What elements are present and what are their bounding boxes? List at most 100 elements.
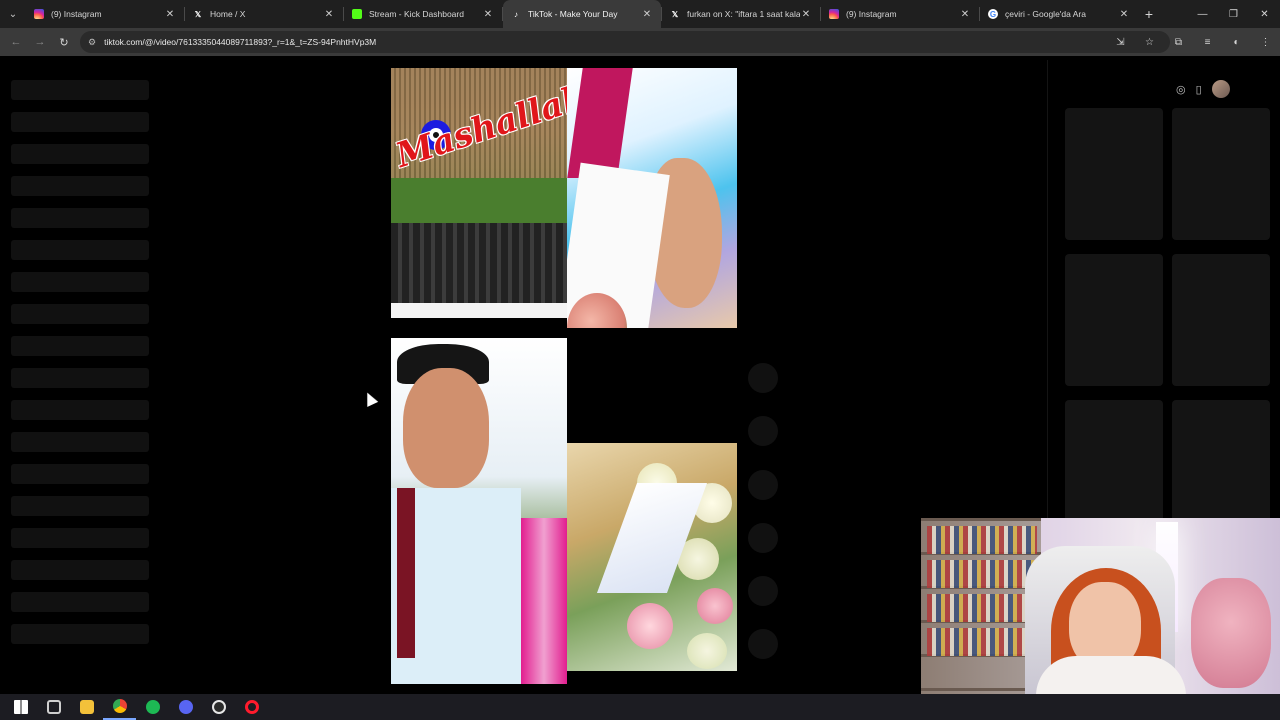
- video-card-placeholder: [1065, 108, 1163, 240]
- browser-tab[interactable]: 𝕏 Home / X ✕: [185, 0, 343, 28]
- skeleton-row: [11, 272, 149, 292]
- skeleton-row: [11, 176, 149, 196]
- video-card-placeholder: [1172, 254, 1270, 386]
- action-button-placeholder[interactable]: [748, 416, 778, 446]
- action-button-placeholder[interactable]: [748, 470, 778, 500]
- skeleton-row: [11, 464, 149, 484]
- tab-title: Stream - Kick Dashboard: [369, 9, 464, 19]
- tab-close-icon[interactable]: ✕: [959, 9, 971, 20]
- rose-flower: [627, 603, 673, 649]
- compass-icon[interactable]: ◎: [1176, 83, 1186, 96]
- action-button-placeholder[interactable]: [748, 576, 778, 606]
- restore-icon[interactable]: ❐: [1218, 0, 1249, 28]
- new-tab-button[interactable]: +: [1138, 6, 1160, 22]
- browser-tab[interactable]: Gçeviri - Google'da Ara ✕: [980, 0, 1138, 28]
- mouse-cursor-icon: [361, 390, 379, 407]
- taskbar-button[interactable]: [235, 694, 268, 720]
- pink-railing: [521, 518, 567, 684]
- toolbar-actions: ⇲ ☆ ⧉ ≡ ◐ ⋮: [1106, 28, 1280, 56]
- extensions-icon[interactable]: ⧉: [1164, 37, 1193, 48]
- bookmark-star-icon[interactable]: ☆: [1135, 37, 1164, 48]
- tab-title: TikTok - Make Your Day: [528, 9, 618, 19]
- pink-stripe: [567, 68, 633, 178]
- skeleton-row: [11, 304, 149, 324]
- books-row: [927, 560, 1037, 588]
- divider: [1047, 60, 1048, 520]
- url-text[interactable]: tiktok.com/@/video/7613335044089711893?_…: [104, 37, 376, 47]
- minimize-icon[interactable]: —: [1187, 0, 1218, 28]
- device-icon[interactable]: ▯: [1196, 83, 1202, 96]
- taskbar-button[interactable]: [136, 694, 169, 720]
- opera-icon: [244, 700, 259, 714]
- video-card-placeholder: [1172, 108, 1270, 240]
- close-window-icon[interactable]: ✕: [1249, 0, 1280, 28]
- profile-icon[interactable]: ◐: [1222, 37, 1251, 48]
- books-row: [927, 628, 1037, 656]
- window-controls: — ❐ ✕: [1187, 0, 1280, 28]
- tab-title: Home / X: [210, 9, 246, 19]
- taskbar-button[interactable]: [37, 694, 70, 720]
- x-logo-icon: 𝕏: [194, 9, 202, 19]
- browser-tab[interactable]: Stream - Kick Dashboard ✕: [344, 0, 502, 28]
- tab-search-button[interactable]: ⌄: [0, 0, 26, 28]
- video-card-placeholder: [1065, 400, 1163, 532]
- media-controls-icon[interactable]: ≡: [1193, 37, 1222, 48]
- taskbar-button[interactable]: [70, 694, 103, 720]
- video-card-placeholder: [1172, 400, 1270, 532]
- address-bar[interactable]: ⚙ tiktok.com/@/video/7613335044089711893…: [80, 31, 1170, 53]
- tab-close-icon[interactable]: ✕: [800, 9, 812, 20]
- tab-close-icon[interactable]: ✕: [164, 9, 176, 20]
- header-actions: ◎ ▯: [1176, 80, 1230, 98]
- install-app-icon[interactable]: ⇲: [1106, 37, 1135, 48]
- chrome-icon: [112, 699, 127, 713]
- avatar[interactable]: [1211, 80, 1230, 98]
- skeleton-row: [11, 400, 149, 420]
- skeleton-row: [11, 592, 149, 612]
- tiktok-page: ◎ ▯ Mashallah: [0, 56, 1280, 694]
- chrome-menu-icon[interactable]: ⋮: [1251, 37, 1280, 48]
- spotify-icon: [145, 700, 160, 714]
- tab-close-icon[interactable]: ✕: [641, 9, 653, 20]
- books-row: [927, 526, 1037, 554]
- tab-title: (9) Instagram: [51, 9, 102, 19]
- action-button-placeholder[interactable]: [748, 363, 778, 393]
- skeleton-row: [11, 368, 149, 388]
- hedge-image: [391, 178, 567, 223]
- obs-icon: [211, 700, 226, 714]
- tab-close-icon[interactable]: ✕: [482, 9, 494, 20]
- taskbar-button[interactable]: [103, 694, 136, 720]
- taskbar-button[interactable]: [202, 694, 235, 720]
- action-button-placeholder[interactable]: [748, 523, 778, 553]
- windows-start-icon: [13, 700, 28, 714]
- books-row: [927, 594, 1037, 622]
- x-logo-icon: 𝕏: [671, 9, 679, 19]
- webcam-overlay: [921, 518, 1280, 694]
- tab-close-icon[interactable]: ✕: [323, 9, 335, 20]
- tab-close-icon[interactable]: ✕: [1118, 9, 1130, 20]
- browser-tab[interactable]: (9) Instagram ✕: [26, 0, 184, 28]
- windows-taskbar: [0, 694, 1280, 720]
- site-info-icon[interactable]: ⚙: [88, 37, 96, 48]
- tab-title: (9) Instagram: [846, 9, 897, 19]
- action-button-placeholder[interactable]: [748, 629, 778, 659]
- taskbar-button[interactable]: [4, 694, 37, 720]
- roof-tiles-image: [391, 223, 567, 303]
- reload-icon[interactable]: ↻: [52, 30, 76, 54]
- video-player[interactable]: Mashallah: [391, 68, 737, 684]
- skeleton-row: [11, 336, 149, 356]
- browser-tab[interactable]: ♪ TikTok - Make Your Day ✕: [503, 0, 661, 28]
- forward-arrow-icon[interactable]: →: [28, 30, 52, 54]
- tab-title: furkan on X: "iftara 1 saat kala: [687, 9, 800, 19]
- discord-icon: [178, 700, 193, 714]
- taskbar-button[interactable]: [169, 694, 202, 720]
- video-frame-man-portrait: [391, 338, 567, 684]
- video-frame-portrait-blue: [567, 68, 737, 328]
- skeleton-row: [11, 528, 149, 548]
- back-arrow-icon[interactable]: ←: [4, 30, 28, 54]
- skeleton-row: [11, 240, 149, 260]
- video-frame-roses: [567, 443, 737, 671]
- browser-tab[interactable]: 𝕏furkan on X: "iftara 1 saat kala ✕: [662, 0, 820, 28]
- skeleton-row: [11, 80, 149, 100]
- task-view-icon: [46, 700, 61, 714]
- browser-tab[interactable]: (9) Instagram ✕: [821, 0, 979, 28]
